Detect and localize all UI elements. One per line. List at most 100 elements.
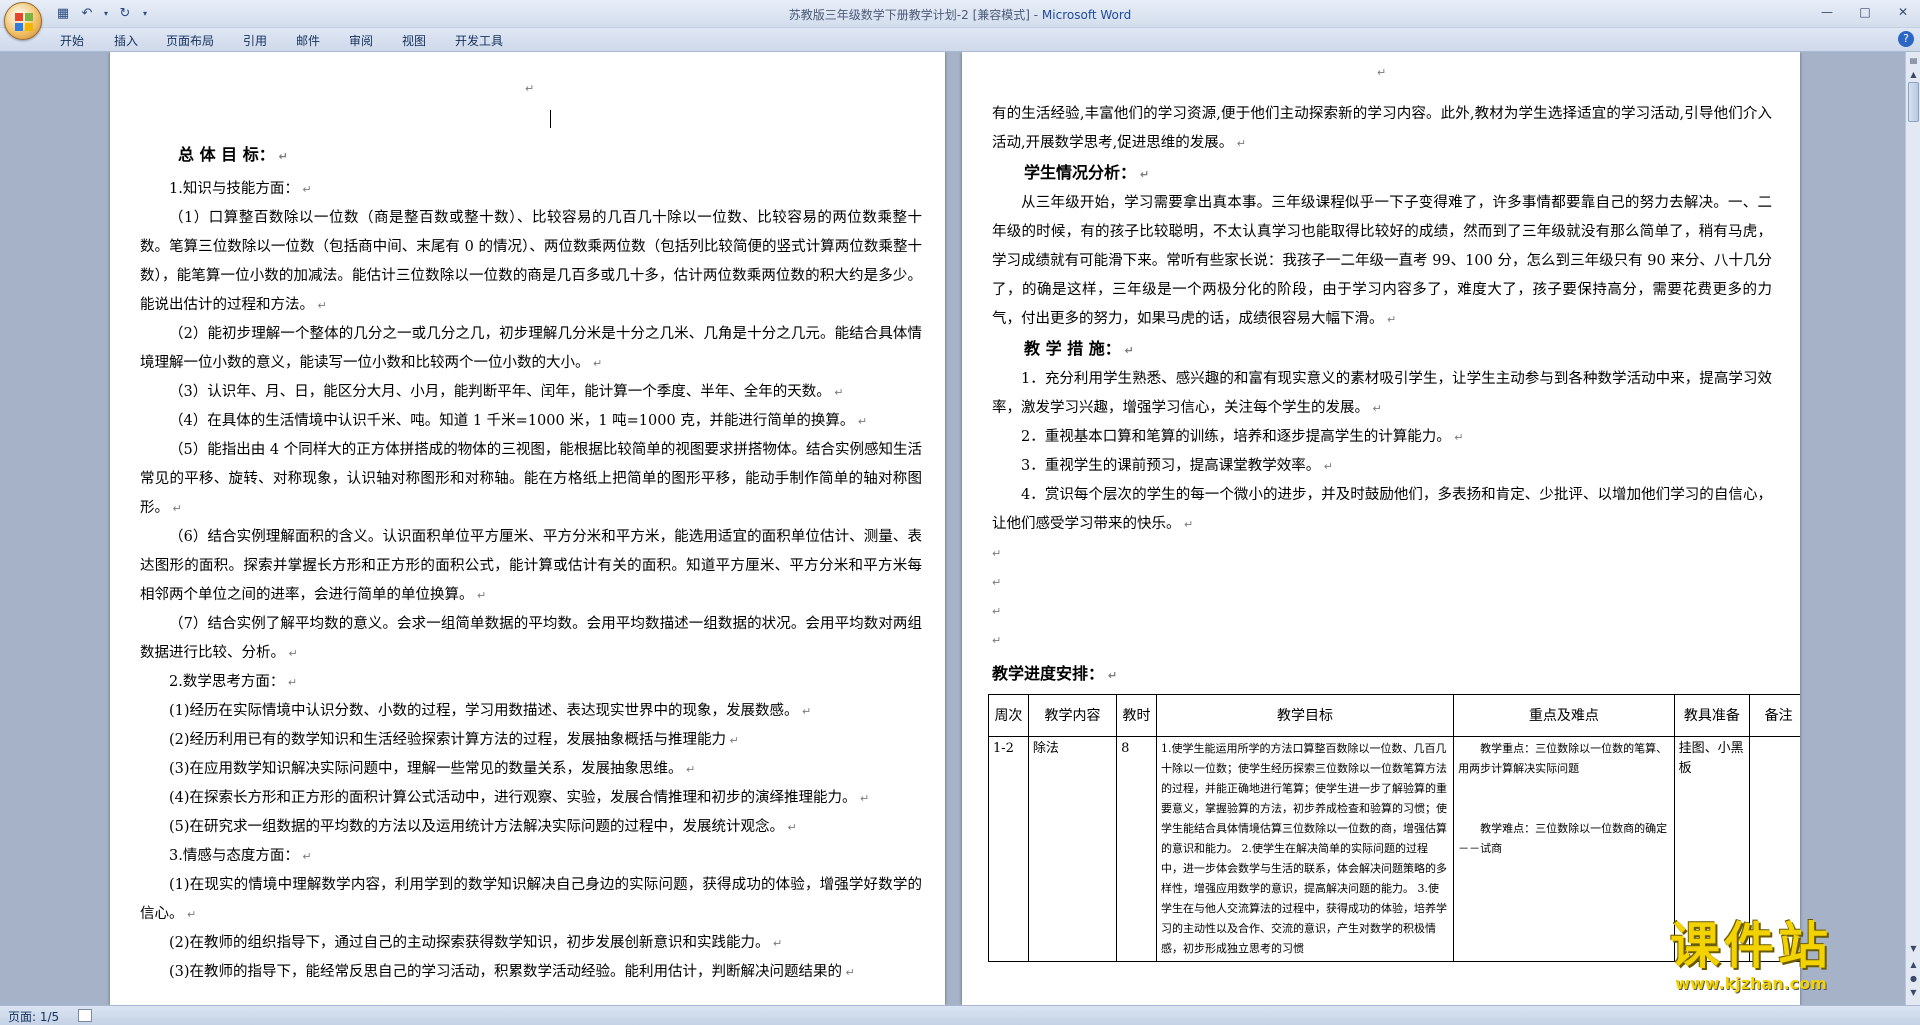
paragraph-mark-icon: ↵ xyxy=(473,589,487,602)
paragraph-text: 学生情况分析： xyxy=(1024,163,1137,182)
header-goals: 教学目标 xyxy=(1155,694,1455,737)
page-1-paragraph: 2.数学思考方面： ↵ xyxy=(140,668,922,697)
paragraph-mark-icon: ↵ xyxy=(298,183,312,196)
paragraph-mark-icon: ↵ xyxy=(1450,431,1464,444)
page-1-paragraph: (3)在应用数学知识解决实际问题中，理解一些常见的数量关系，发展抽象思维。 ↵ xyxy=(140,755,922,784)
tab-home[interactable]: 开始 xyxy=(60,32,84,49)
paragraph-mark-icon: ↵ xyxy=(1369,402,1382,415)
page-2-paragraph: ↵ xyxy=(992,568,1772,597)
page-1-paragraph: (3)在教师的指导下，能经常反思自己的学习活动，积累数学活动经验。能利用估计，判… xyxy=(140,958,922,987)
select-browse-object-icon[interactable]: ● xyxy=(1907,972,1920,986)
page-1-paragraph: （6）结合实例理解面积的含义。认识面积单位平方厘米、平方分米和平方米，能选用适宜… xyxy=(140,523,922,610)
paragraph-mark-icon: ↵ xyxy=(992,605,1002,618)
table-header-row: 周次 教学内容 教时 教学目标 重点及难点 教具准备 备注 xyxy=(988,694,1800,737)
paragraph-mark-icon: ↵ xyxy=(856,792,870,805)
page-2-paragraph: 从三年级开始，学习需要拿出真本事。三年级课程似乎一下子变得难了，许多事情都要靠自… xyxy=(992,189,1772,334)
watermark-url: www.kjzhan.com xyxy=(1675,974,1827,993)
paragraph-text: 1．充分利用学生熟悉、感兴趣的和富有现实意义的素材吸引学生，让学生主动参与到各种… xyxy=(992,371,1772,416)
title-separator: - xyxy=(1029,8,1042,22)
proofing-status-icon[interactable] xyxy=(78,1009,92,1022)
cell-content[interactable]: 除法 xyxy=(1027,736,1118,962)
window-controls: — □ ✕ xyxy=(1816,3,1914,21)
cell-week[interactable]: 1-2 xyxy=(988,736,1029,962)
scroll-up-icon[interactable]: ▲ xyxy=(1907,68,1920,82)
cell-goals[interactable]: 1.使学生能运用所学的方法口算整百数除以一位数、几百几十除以一位数；使学生经历探… xyxy=(1155,736,1455,962)
paragraph-mark-icon: ↵ xyxy=(1320,460,1333,473)
paragraph-text: (3)在教师的指导下，能经常反思自己的学习活动，积累数学活动经验。能利用估计，判… xyxy=(169,964,843,980)
page-1-paragraph: (2)在教师的组织指导下，通过自己的主动探索获得数学知识，初步发展创新意识和实践… xyxy=(140,929,922,958)
header-hours: 教时 xyxy=(1116,694,1157,737)
tab-references[interactable]: 引用 xyxy=(243,32,267,49)
page-2-paragraphs: 有的生活经验,丰富他们的学习资源,便于他们主动探索新的学习内容。此外,教材为学生… xyxy=(992,100,1772,655)
scroll-down-icon[interactable]: ▼ xyxy=(1907,942,1920,956)
paragraph-mark-icon: ↵ xyxy=(183,908,197,921)
text-cursor xyxy=(550,110,551,128)
next-page-icon[interactable]: ▼ xyxy=(1907,986,1920,1000)
page-2-paragraph: 学生情况分析： ↵ xyxy=(992,158,1772,189)
header-week: 周次 xyxy=(988,694,1029,737)
tab-developer[interactable]: 开发工具 xyxy=(455,32,503,49)
page-1[interactable]: ↵ 总 体 目 标： ↵ 1.知识与技能方面： ↵ （1）口算整百数除以一位数（商… xyxy=(110,52,945,1005)
paragraph-text: 教 学 措 施： xyxy=(1024,339,1121,358)
paragraph-mark-icon: ↵ xyxy=(992,634,1002,647)
header-notes: 备注 xyxy=(1749,694,1800,737)
paragraph-text: 从三年级开始，学习需要拿出真本事。三年级课程似乎一下子变得难了，许多事情都要靠自… xyxy=(992,195,1772,327)
vertical-scrollbar[interactable]: ▤ ▲ ▼ ▲ ● ▼ xyxy=(1905,52,1920,1005)
previous-page-icon[interactable]: ▲ xyxy=(1907,958,1920,972)
close-icon[interactable]: ✕ xyxy=(1892,3,1914,21)
tab-insert[interactable]: 插入 xyxy=(114,32,138,49)
page-1-paragraph: （1）口算整百数除以一位数（商是整百数或整十数）、比较容易的几百几十除以一位数、… xyxy=(140,204,922,320)
schedule-heading: 教学进度安排： ↵ xyxy=(992,664,1118,683)
ruler-toggle-icon[interactable]: ▤ xyxy=(1907,54,1920,68)
app-name: Microsoft Word xyxy=(1041,8,1132,22)
tab-view[interactable]: 视图 xyxy=(402,32,426,49)
maximize-icon[interactable]: □ xyxy=(1854,3,1876,21)
paragraph-text: （5）能指出由 4 个同样大的正方体拼搭成的物体的三视图，能根据比较简单的视图要… xyxy=(140,442,922,516)
cell-hours[interactable]: 8 xyxy=(1116,736,1157,962)
page-1-body: 总 体 目 标： ↵ 1.知识与技能方面： ↵ （1）口算整百数除以一位数（商是整… xyxy=(140,140,922,987)
paragraph-text: (1)在现实的情境中理解数学内容，利用学到的数学知识解决自己身边的实际问题，获得… xyxy=(140,877,922,922)
paragraph-mark-icon: ↵ xyxy=(726,734,739,747)
help-icon[interactable]: ? xyxy=(1898,31,1914,47)
watermark-logo: 课件站 www.kjzhan.com xyxy=(1670,918,1832,993)
paragraph-text: 2.数学思考方面： xyxy=(169,674,285,690)
paragraph-mark-icon: ↵ xyxy=(682,763,696,776)
paragraph-text: 有的生活经验,丰富他们的学习资源,便于他们主动探索新的学习内容。此外,教材为学生… xyxy=(992,106,1772,151)
paragraph-mark-icon: ↵ xyxy=(992,547,1002,560)
page-1-paragraph: （3）认识年、月、日，能区分大月、小月，能判断平年、闰年，能计算一个季度、半年、… xyxy=(140,378,922,407)
window-title: 苏教版三年级数学下册教学计划-2 [兼容模式] - Microsoft Word xyxy=(0,6,1920,23)
document-area: ↵ 总 体 目 标： ↵ 1.知识与技能方面： ↵ （1）口算整百数除以一位数（商… xyxy=(0,52,1905,1005)
paragraph-text: (1)经历在实际情境中认识分数、小数的过程，学习用数描述、表达现实世界中的现象，… xyxy=(169,703,799,719)
tab-mailings[interactable]: 邮件 xyxy=(296,32,320,49)
page-2-paragraph: ↵ xyxy=(992,597,1772,626)
tab-review[interactable]: 审阅 xyxy=(349,32,373,49)
paragraph-mark-icon: ↵ xyxy=(798,705,812,718)
paragraph-text: （1）口算整百数除以一位数（商是整百数或整十数）、比较容易的几百几十除以一位数、… xyxy=(140,210,922,313)
cell-key-points[interactable]: 教学重点：三位数除以一位数的笔算、用两步计算解决实际问题 教学难点：三位数除以一… xyxy=(1453,736,1675,962)
scroll-thumb[interactable] xyxy=(1908,82,1919,122)
office-button[interactable] xyxy=(4,2,42,40)
page-1-paragraph: (2)经历利用已有的数学知识和生活经验探索计算方法的过程，发展抽象概括与推理能力… xyxy=(140,726,922,755)
tab-page-layout[interactable]: 页面布局 xyxy=(166,32,214,49)
key-points-text: 教学重点：三位数除以一位数的笔算、用两步计算解决实际问题 xyxy=(1458,742,1668,775)
paragraph-mark-icon: ↵ xyxy=(1233,137,1246,150)
page-1-paragraph: （2）能初步理解一个整体的几分之一或几分之几，初步理解几分米是十分之几米、几角是… xyxy=(140,320,922,378)
header-aids: 教具准备 xyxy=(1673,694,1751,737)
difficulties-text: 教学难点：三位数除以一位数商的确定－－试商 xyxy=(1458,822,1668,855)
paragraph-text: (2)在教师的组织指导下，通过自己的主动探索获得数学知识，初步发展创新意识和实践… xyxy=(169,935,770,951)
paragraph-text: (2)经历利用已有的数学知识和生活经验探索计算方法的过程，发展抽象概括与推理能力 xyxy=(169,732,727,748)
header-content: 教学内容 xyxy=(1027,694,1118,737)
page-indicator[interactable]: 页面: 1/5 xyxy=(8,1008,59,1025)
paragraph-mark-icon: ↵ xyxy=(830,386,844,399)
page-2[interactable]: ↵ 有的生活经验,丰富他们的学习资源,便于他们主动探索新的学习内容。此外,教材为… xyxy=(962,52,1800,1005)
paragraph-mark-icon: ↵ xyxy=(1120,344,1134,357)
paragraph-text: （7）结合实例了解平均数的意义。会求一组简单数据的平均数。会用平均数描述一组数据… xyxy=(140,616,922,661)
page-1-paragraph: （7）结合实例了解平均数的意义。会求一组简单数据的平均数。会用平均数描述一组数据… xyxy=(140,610,922,668)
paragraph-mark-icon: ↵ xyxy=(284,676,298,689)
paragraph-mark-icon: ↵ xyxy=(854,415,868,428)
paragraph-text: （4）在具体的生活情境中认识千米、吨。知道 1 千米=1000 米，1 吨=10… xyxy=(169,413,855,429)
page-1-paragraph: 3.情感与态度方面： ↵ xyxy=(140,842,922,871)
paragraph-mark-icon: ↵ xyxy=(285,647,298,660)
minimize-icon[interactable]: — xyxy=(1816,3,1838,21)
page-1-paragraph: 1.知识与技能方面： ↵ xyxy=(140,175,922,204)
